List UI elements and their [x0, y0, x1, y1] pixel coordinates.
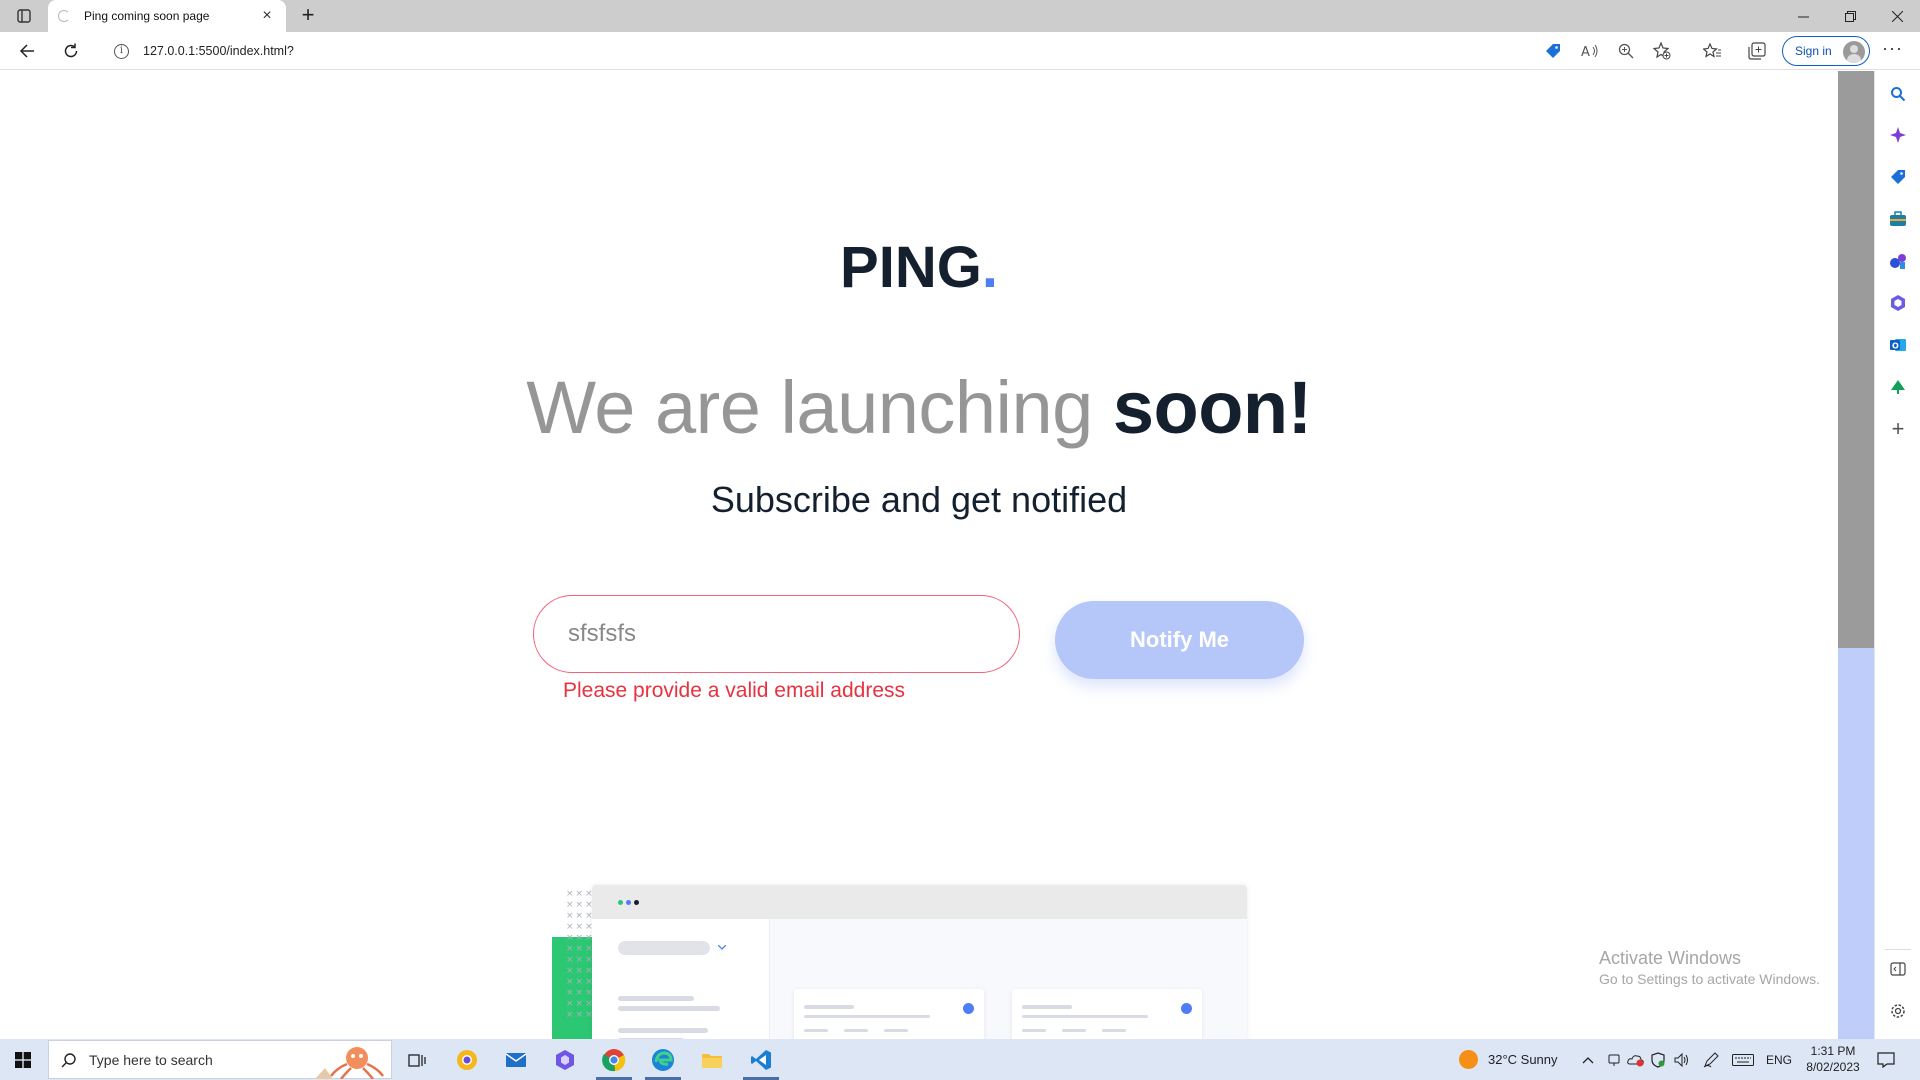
sign-in-label: Sign in: [1795, 44, 1832, 58]
chart-card: [794, 989, 984, 1039]
vscode-icon[interactable]: [746, 1045, 776, 1075]
collections-icon[interactable]: [1745, 39, 1769, 63]
address-bar-row: i 127.0.0.1:5500/index.html? A: [0, 32, 1920, 70]
dashboard-mockup: [592, 885, 1247, 1039]
weather-widget[interactable]: 32°C Sunny: [1459, 1039, 1558, 1080]
copilot-app-icon[interactable]: [550, 1045, 580, 1075]
dashboard-top-bar: [592, 885, 1247, 919]
page-viewport: PING. We are launching soon! Subscribe a…: [0, 71, 1838, 1039]
windows-start-icon[interactable]: [0, 1039, 46, 1080]
search-icon[interactable]: [1887, 83, 1909, 105]
tab-bar: Ping coming soon page × +: [0, 0, 1920, 32]
page-scrollbar[interactable]: [1838, 71, 1874, 1039]
read-aloud-icon[interactable]: A: [1578, 39, 1602, 63]
clock-time: 1:31 PM: [1810, 1044, 1856, 1058]
settings-gear-icon[interactable]: [1887, 1000, 1909, 1022]
notify-me-button[interactable]: Notify Me: [1055, 601, 1304, 679]
minimize-icon[interactable]: [1780, 0, 1826, 32]
check-icon: [1181, 1003, 1192, 1014]
close-tab-icon[interactable]: ×: [258, 8, 276, 24]
microsoft-365-icon[interactable]: [1887, 292, 1909, 314]
tab-actions-icon[interactable]: [10, 6, 38, 26]
dashboard-sidebar: [592, 919, 770, 1039]
task-view-icon[interactable]: [402, 1045, 432, 1075]
avatar-icon: [1843, 41, 1865, 63]
close-window-icon[interactable]: [1874, 0, 1920, 32]
show-hidden-icons[interactable]: [1582, 1039, 1594, 1080]
file-explorer-icon[interactable]: [697, 1045, 727, 1075]
refresh-icon[interactable]: [56, 37, 86, 65]
keyboard-icon[interactable]: [1732, 1039, 1754, 1080]
notifications-icon[interactable]: [1877, 1039, 1895, 1080]
edge-icon[interactable]: [648, 1045, 678, 1075]
url-text: 127.0.0.1:5500/index.html?: [143, 44, 294, 58]
url-field[interactable]: i 127.0.0.1:5500/index.html?: [100, 36, 1780, 66]
logo: PING.: [0, 234, 1838, 301]
page-headline: We are launching soon!: [0, 365, 1838, 450]
headline-light: We are launching: [526, 366, 1093, 449]
browser-tab[interactable]: Ping coming soon page ×: [48, 0, 286, 32]
language-indicator[interactable]: ENG: [1766, 1039, 1792, 1080]
tab-title: Ping coming soon page: [84, 9, 210, 23]
pen-ink-icon[interactable]: [1703, 1039, 1719, 1080]
search-placeholder: Type here to search: [89, 1051, 213, 1068]
back-icon[interactable]: [12, 37, 42, 65]
edge-sidebar: O +: [1874, 71, 1920, 1039]
outlook-icon[interactable]: O: [1887, 334, 1909, 356]
page-subtitle: Subscribe and get notified: [710, 479, 1128, 520]
site-info-icon[interactable]: i: [114, 43, 129, 59]
tools-briefcase-icon[interactable]: [1887, 208, 1909, 230]
chart-card: [1012, 989, 1202, 1039]
restore-icon[interactable]: [1827, 0, 1873, 32]
sun-icon: [1459, 1050, 1478, 1069]
onedrive-error-icon[interactable]: [1627, 1039, 1645, 1080]
logo-text: PING: [840, 235, 982, 300]
svg-text:A: A: [1581, 45, 1590, 59]
watermark-subtitle: Go to Settings to activate Windows.: [1599, 971, 1820, 987]
weather-text: 32°C Sunny: [1488, 1052, 1558, 1067]
favorites-icon[interactable]: [1700, 39, 1724, 63]
clock-date: 8/02/2023: [1806, 1060, 1860, 1074]
copilot-sparkle-icon[interactable]: [1887, 124, 1909, 146]
chrome-canary-icon[interactable]: [452, 1045, 482, 1075]
add-sidebar-item-icon[interactable]: +: [1887, 416, 1909, 441]
zoom-icon[interactable]: [1614, 39, 1638, 63]
activate-windows-watermark: Activate Windows Go to Settings to activ…: [1599, 948, 1820, 987]
drop-tree-icon[interactable]: [1887, 376, 1909, 398]
logo-dot: .: [981, 235, 998, 300]
hide-sidebar-icon[interactable]: [1887, 958, 1909, 980]
taskbar-search-box[interactable]: Type here to search: [48, 1040, 392, 1079]
watermark-title: Activate Windows: [1599, 948, 1742, 968]
mail-icon[interactable]: [501, 1045, 531, 1075]
shopping-icon[interactable]: [1887, 166, 1909, 188]
headline-bold: soon!: [1112, 366, 1312, 449]
check-icon: [963, 1003, 974, 1014]
scrollbar-thumb[interactable]: [1838, 71, 1874, 648]
search-icon: [61, 1052, 76, 1067]
volume-icon[interactable]: [1674, 1039, 1690, 1080]
meet-now-icon[interactable]: [1607, 1039, 1621, 1080]
windows-taskbar: Type here to search 32°C Sunny ENG 1:31 …: [0, 1039, 1920, 1080]
email-error-message: Please provide a valid email address: [563, 679, 906, 702]
shopping-tag-icon[interactable]: [1541, 39, 1565, 63]
loading-icon: [58, 10, 70, 22]
email-input[interactable]: [533, 595, 1020, 673]
search-highlight-illustration-icon: [315, 1047, 384, 1079]
security-shield-icon[interactable]: [1651, 1039, 1665, 1080]
new-tab-button[interactable]: +: [294, 2, 322, 30]
add-favorite-icon[interactable]: [1650, 39, 1674, 63]
dashboard-illustration: ××× ××× ××× ××× ××× ××× ××× ××× ××× ××× ××× ×××: [550, 811, 1250, 1039]
dropdown-pill: [618, 941, 710, 955]
games-icon[interactable]: [1887, 250, 1909, 272]
more-options-icon[interactable]: ···: [1882, 38, 1903, 59]
sign-in-button[interactable]: Sign in: [1782, 36, 1870, 66]
svg-text:O: O: [1892, 342, 1899, 351]
chrome-icon[interactable]: [599, 1045, 629, 1075]
clock[interactable]: 1:31 PM 8/02/2023: [1799, 1043, 1867, 1075]
